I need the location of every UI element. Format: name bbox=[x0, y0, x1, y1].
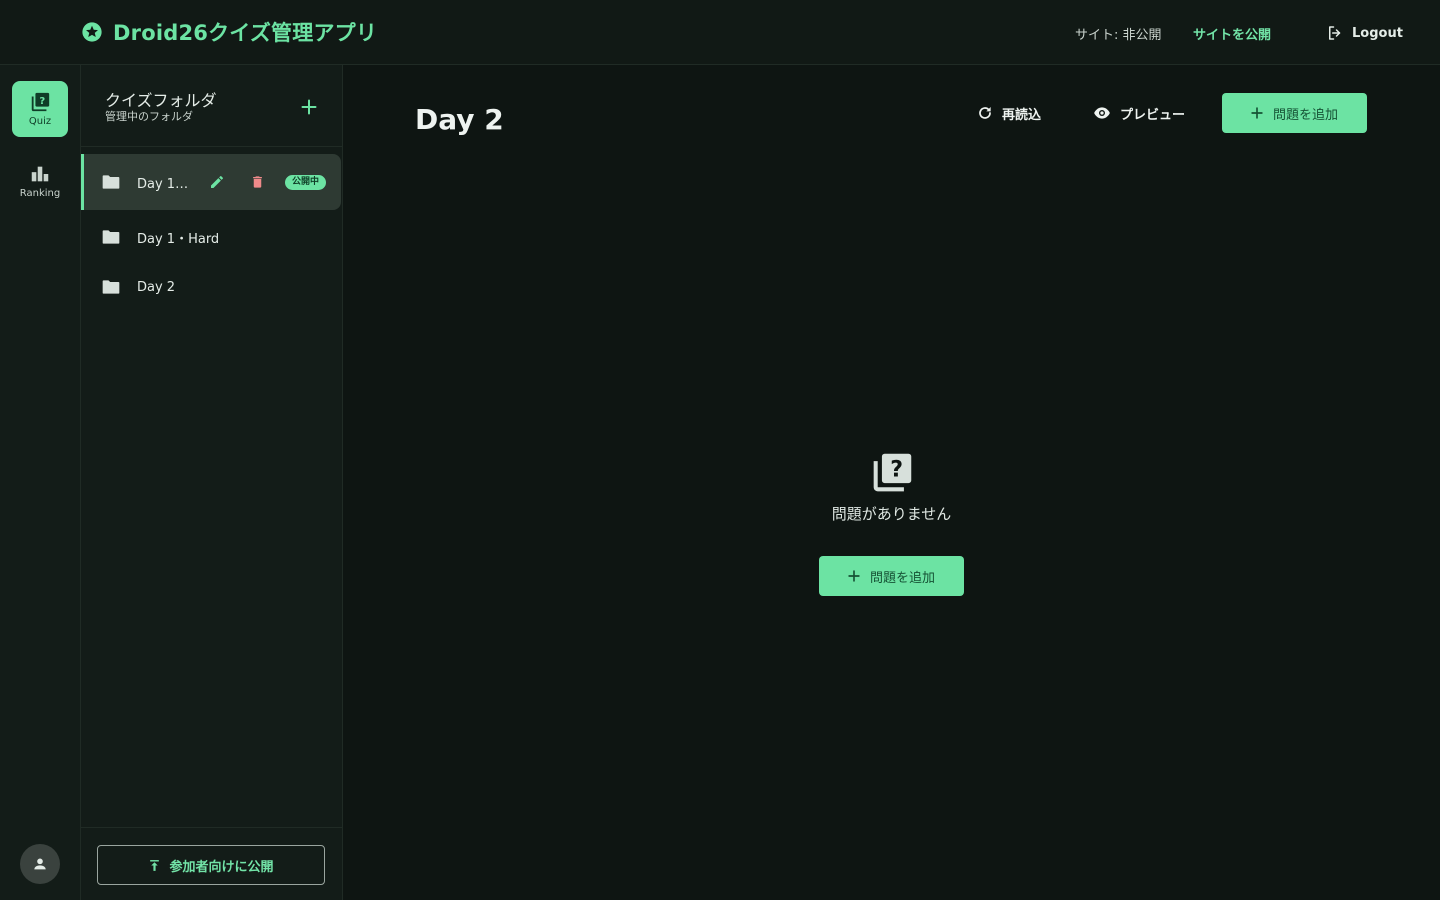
logout-button[interactable]: Logout bbox=[1326, 24, 1403, 42]
add-question-button[interactable]: 問題を追加 bbox=[1222, 93, 1367, 133]
folder-name: Day 1・Hard bbox=[137, 231, 220, 247]
star-badge-icon bbox=[81, 21, 103, 43]
svg-text:?: ? bbox=[39, 96, 45, 107]
pencil-icon bbox=[209, 174, 225, 190]
folder-panel-header: クイズフォルダ 管理中のフォルダ bbox=[81, 65, 342, 147]
folder-panel-subtitle: 管理中のフォルダ bbox=[105, 110, 193, 123]
trash-icon bbox=[250, 174, 265, 190]
empty-add-question-button[interactable]: 問題を追加 bbox=[819, 556, 964, 596]
add-question-label: 問題を追加 bbox=[1272, 107, 1338, 123]
site-status-text: サイト: 非公開 bbox=[1075, 28, 1162, 43]
published-badge: 公開中 bbox=[285, 174, 327, 190]
rail-item-ranking-label: Ranking bbox=[19, 188, 61, 199]
folder-name: Day 1・Easy bbox=[137, 176, 199, 192]
empty-state-text: 問題がありません bbox=[831, 505, 952, 523]
quiz-icon: ? bbox=[29, 91, 51, 113]
plus-icon bbox=[301, 99, 317, 115]
rail-item-ranking[interactable]: Ranking bbox=[12, 153, 68, 209]
empty-add-question-label: 問題を追加 bbox=[869, 570, 935, 586]
app-brand: Droid26クイズ管理アプリ bbox=[81, 19, 377, 45]
reload-button[interactable]: 再読込 bbox=[977, 103, 1041, 123]
quiz-empty-icon: ? bbox=[870, 451, 914, 495]
folder-name: Day 2 bbox=[137, 279, 176, 295]
folder-item-day1-hard[interactable]: Day 1・Hard bbox=[81, 222, 341, 252]
preview-label: プレビュー bbox=[1120, 107, 1186, 123]
svg-text:?: ? bbox=[890, 457, 903, 482]
empty-state: ? 問題がありません bbox=[343, 451, 1440, 524]
app-title: Droid26クイズ管理アプリ bbox=[113, 21, 378, 45]
folder-panel: クイズフォルダ 管理中のフォルダ Day 1・Easy bbox=[81, 65, 343, 900]
upload-icon bbox=[148, 859, 161, 872]
rail-item-quiz-label: Quiz bbox=[28, 116, 52, 127]
folder-item-day2[interactable]: Day 2 bbox=[81, 272, 341, 302]
refresh-icon bbox=[977, 105, 993, 121]
plus-icon bbox=[848, 570, 860, 582]
publish-to-participants-label: 参加者向けに公開 bbox=[169, 859, 274, 875]
folder-icon bbox=[101, 173, 121, 191]
reload-label: 再読込 bbox=[1002, 107, 1042, 123]
folder-panel-footer: 参加者向けに公開 bbox=[81, 827, 342, 900]
folder-icon bbox=[101, 228, 121, 246]
publish-to-participants-button[interactable]: 参加者向けに公開 bbox=[97, 845, 325, 885]
eye-icon bbox=[1093, 104, 1111, 122]
bar-chart-icon bbox=[29, 163, 51, 185]
nav-rail: ? Quiz Ranking bbox=[0, 65, 81, 900]
add-folder-button[interactable] bbox=[296, 94, 322, 120]
edit-folder-button[interactable] bbox=[209, 174, 225, 190]
person-icon bbox=[32, 856, 48, 872]
top-bar: Droid26クイズ管理アプリ サイト: 非公開 サイトを公開 Logout bbox=[0, 0, 1440, 65]
rail-item-quiz[interactable]: ? Quiz bbox=[12, 81, 68, 137]
page-title: Day 2 bbox=[415, 103, 504, 136]
delete-folder-button[interactable] bbox=[250, 174, 265, 190]
logout-label: Logout bbox=[1352, 25, 1403, 41]
preview-button[interactable]: プレビュー bbox=[1093, 103, 1185, 123]
plus-icon bbox=[1251, 107, 1263, 119]
publish-site-button[interactable]: サイトを公開 bbox=[1193, 24, 1271, 43]
logout-icon bbox=[1326, 24, 1344, 42]
folder-icon bbox=[101, 278, 121, 296]
folder-item-day1-easy[interactable]: Day 1・Easy 公開中 bbox=[81, 154, 341, 210]
user-avatar[interactable] bbox=[20, 844, 60, 884]
main-content: Day 2 再読込 プレビュー 問題を追加 ? 問題がありません 問題を追加 bbox=[343, 65, 1440, 900]
